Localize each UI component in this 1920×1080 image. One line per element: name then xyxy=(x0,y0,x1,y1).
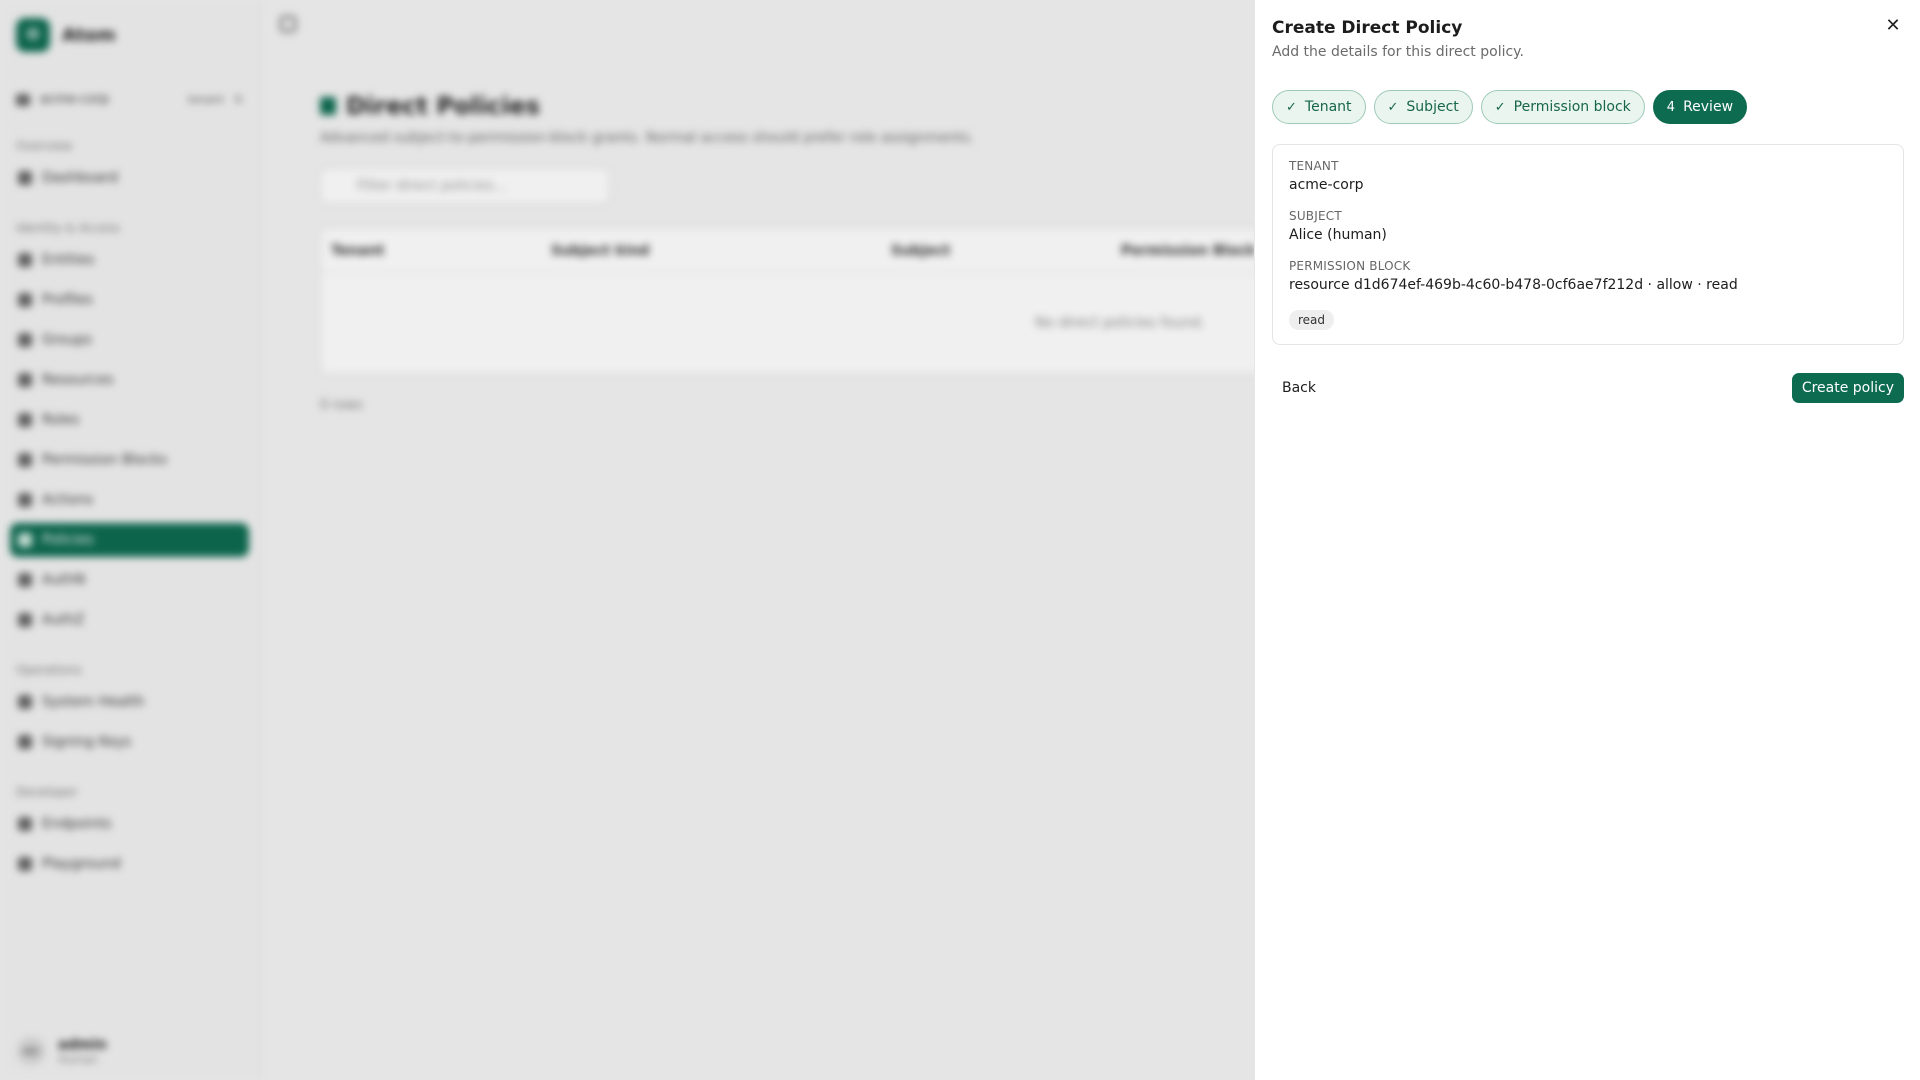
permission-block-label: PERMISSION BLOCK xyxy=(1289,259,1411,273)
drawer-title: Create Direct Policy xyxy=(1272,18,1463,38)
subject-value: Alice (human) xyxy=(1289,227,1387,243)
action-chip: read xyxy=(1289,310,1335,330)
close-button[interactable]: ✕ xyxy=(1882,14,1904,36)
permission-block-value: resource d1d674ef-469b-4c60-b478-0cf6ae7… xyxy=(1289,277,1738,293)
review-summary: TENANT acme-corp SUBJECT Alice (human) P… xyxy=(1272,144,1904,345)
tenant-value: acme-corp xyxy=(1289,177,1364,193)
drawer-actions: Back Create policy xyxy=(1272,373,1904,403)
step-subject[interactable]: ✓ Subject xyxy=(1373,90,1473,124)
close-icon: ✕ xyxy=(1885,14,1901,36)
drawer-subtitle: Add the details for this direct policy. xyxy=(1272,44,1524,60)
step-tenant[interactable]: ✓ Tenant xyxy=(1272,90,1366,124)
back-button[interactable]: Back xyxy=(1272,374,1326,402)
step-label: Subject xyxy=(1406,99,1459,115)
step-label: Permission block xyxy=(1513,99,1631,115)
check-icon: ✓ xyxy=(1494,99,1506,115)
check-icon: ✓ xyxy=(1286,99,1297,115)
step-label: Review xyxy=(1683,99,1734,115)
create-policy-drawer: ✕ Create Direct Policy Add the details f… xyxy=(1254,0,1920,1080)
check-icon: ✓ xyxy=(1387,99,1399,115)
step-number: 4 xyxy=(1666,99,1676,115)
subject-label: SUBJECT xyxy=(1289,209,1342,223)
step-permission-block[interactable]: ✓ Permission block xyxy=(1480,90,1645,124)
step-label: Tenant xyxy=(1304,99,1352,115)
stepper: ✓ Tenant ✓ Subject ✓ Permission block 4 … xyxy=(1272,90,1904,124)
create-policy-button[interactable]: Create policy xyxy=(1791,373,1904,403)
tenant-label: TENANT xyxy=(1289,159,1339,173)
step-review[interactable]: 4 Review xyxy=(1652,90,1748,124)
